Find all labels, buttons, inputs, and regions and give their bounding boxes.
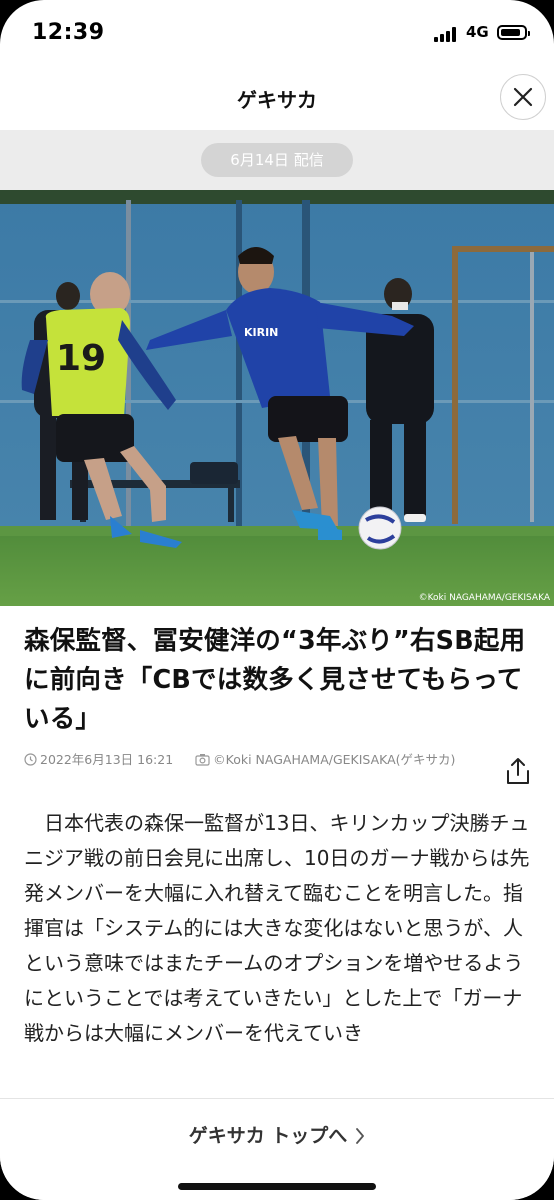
- header-title: ゲキサカ: [237, 88, 317, 112]
- article-meta: 2022年6月13日 16:21 ©Koki NAGAHAMA/GEKISAKA…: [24, 750, 476, 769]
- training-photo-illustration: 19 KIRIN: [0, 190, 554, 606]
- article-paragraph: 日本代表の森保一監督が13日、キリンカップ決勝チュニジア戦の前日会見に出席し、1…: [24, 811, 530, 1045]
- photo-credit: ©Koki NAGAHAMA/GEKISAKA: [418, 593, 550, 603]
- app-header: ゲキサカ: [0, 64, 554, 130]
- app-screen: 12:39 4G ゲキサカ 6月14日 配信 19 KIRIN ©Koki NA…: [0, 0, 554, 1200]
- home-indicator[interactable]: [178, 1183, 376, 1190]
- close-icon: [513, 87, 533, 107]
- camera-icon: [195, 754, 210, 766]
- clock-icon: [24, 753, 37, 766]
- article-photo-credit: ©Koki NAGAHAMA/GEKISAKA(ゲキサカ): [213, 752, 456, 767]
- gekisaka-top-link[interactable]: ゲキサカ トップへ: [0, 1121, 554, 1148]
- article-date: 2022年6月13日 16:21: [40, 752, 174, 767]
- battery-icon: [497, 25, 530, 40]
- shirt-sponsor: KIRIN: [244, 326, 278, 339]
- chevron-right-icon: [356, 1128, 365, 1144]
- article-photo[interactable]: 19 KIRIN ©Koki NAGAHAMA/GEKISAKA: [0, 190, 554, 606]
- article-body: 日本代表の森保一監督が13日、キリンカップ決勝チュニジア戦の前日会見に出席し、1…: [24, 806, 536, 1051]
- article-headline: 森保監督、冨安健洋の“3年ぶり”右SB起用に前向き「CBでは数多く見させてもらっ…: [24, 626, 526, 734]
- status-time: 12:39: [32, 20, 105, 45]
- share-button[interactable]: [505, 757, 531, 785]
- share-icon: [507, 758, 529, 784]
- bib-number: 19: [56, 338, 106, 379]
- signal-icon: [434, 26, 460, 42]
- top-link-label: ゲキサカ トップへ: [188, 1125, 348, 1147]
- delivery-date-badge: 6月14日 配信: [201, 143, 353, 177]
- close-button[interactable]: [500, 74, 546, 120]
- network-type: 4G: [466, 23, 489, 41]
- status-bar: 12:39 4G: [0, 0, 554, 64]
